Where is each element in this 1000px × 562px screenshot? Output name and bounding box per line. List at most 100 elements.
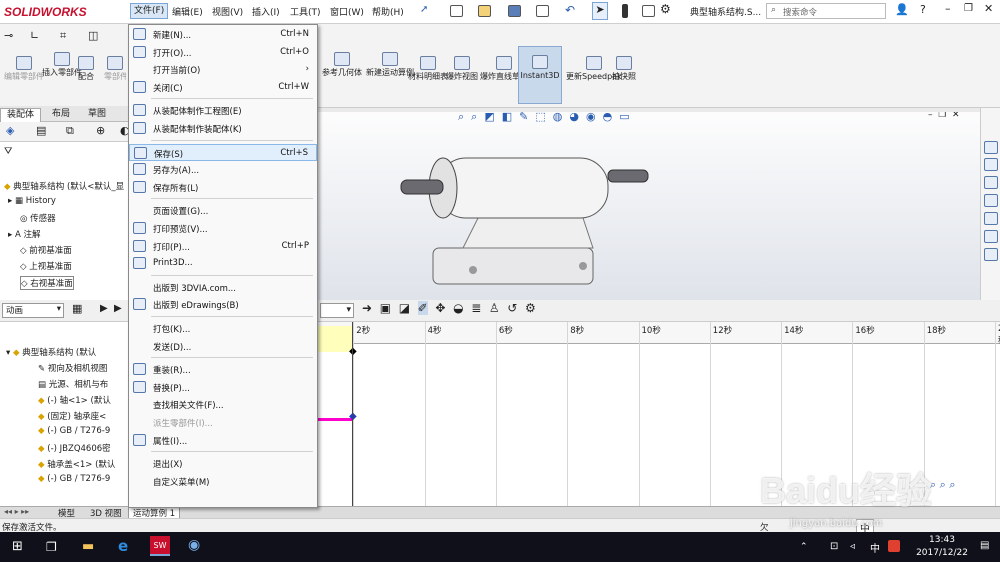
- shaft-assembly-model[interactable]: [393, 138, 673, 298]
- help-icon[interactable]: ?: [920, 3, 926, 16]
- motion-item[interactable]: ✎ 视向及相机视图: [38, 362, 107, 374]
- file-menu-item[interactable]: 出版到 eDrawings(B): [129, 296, 317, 313]
- custom-properties-icon[interactable]: [984, 230, 998, 243]
- file-menu-item[interactable]: 打包(K)...: [129, 320, 317, 337]
- bom-button[interactable]: 材料明细表: [408, 56, 448, 82]
- network-icon[interactable]: ⊡: [830, 541, 838, 552]
- file-menu-item[interactable]: 保存所有(L): [129, 179, 317, 196]
- calculate-icon[interactable]: ▦: [72, 302, 82, 315]
- menu-tools[interactable]: 工具(T): [290, 5, 321, 18]
- select-pointer-icon[interactable]: ➤: [592, 2, 608, 20]
- minimize-icon[interactable]: –: [945, 2, 951, 15]
- paint-icon[interactable]: ◉: [188, 537, 200, 553]
- pin-icon[interactable]: ➚: [420, 4, 428, 15]
- file-menu-item[interactable]: 打印预览(V)...: [129, 220, 317, 237]
- tab-layout[interactable]: 布局: [46, 108, 76, 122]
- file-menu-item[interactable]: 新建(N)... Ctrl+N: [129, 26, 317, 43]
- save-animation-icon[interactable]: ▣: [380, 301, 391, 315]
- tree-root[interactable]: ◆ 典型轴系结构 (默认<默认_显: [4, 180, 124, 192]
- clock-time[interactable]: 13:43: [920, 535, 964, 545]
- file-menu-item[interactable]: Print3D...: [129, 255, 317, 272]
- play-icon[interactable]: ▶: [114, 303, 122, 314]
- file-menu-item[interactable]: 另存为(A)...: [129, 161, 317, 178]
- spring-icon[interactable]: ≣: [471, 301, 481, 315]
- file-menu-item[interactable]: 出版到 3DVIA.com...: [129, 279, 317, 296]
- tree-item-right-plane[interactable]: ◇ 右视基准面: [20, 276, 74, 290]
- edge-icon[interactable]: e: [118, 537, 128, 555]
- animation-wizard-icon[interactable]: ◪: [399, 301, 410, 315]
- reference-geometry-button[interactable]: 参考几何体: [322, 52, 362, 78]
- tree-item-annotations[interactable]: ▸ A 注解: [8, 228, 41, 240]
- file-menu-item[interactable]: 打开当前(O) ›: [129, 61, 317, 78]
- tree-item-history[interactable]: ▸ ▦ History: [8, 196, 56, 206]
- new-motion-study-button[interactable]: 新建运动算例: [366, 52, 414, 78]
- motion-item[interactable]: ◆ (-) GB / T276-9: [38, 474, 110, 484]
- autokey-icon[interactable]: ✐: [417, 301, 428, 315]
- file-explorer-icon[interactable]: [984, 176, 998, 189]
- play-from-start-icon[interactable]: ▶: [100, 303, 108, 314]
- file-menu-item[interactable]: 自定义菜单(M): [129, 473, 317, 490]
- dimxpert-tab-icon[interactable]: ⊕: [96, 124, 105, 137]
- tray-arrow-icon[interactable]: ⌃: [800, 542, 808, 552]
- file-menu-item[interactable]: 替换(P)...: [129, 379, 317, 396]
- print-toolbar-icon[interactable]: [536, 5, 549, 17]
- new-icon[interactable]: [450, 5, 463, 17]
- force-icon[interactable]: ↺: [507, 301, 517, 315]
- component-preview-button[interactable]: 零部件预览窗口: [104, 56, 126, 82]
- zoom-out-icon[interactable]: ⌕: [940, 478, 946, 491]
- file-menu-item[interactable]: 查找相关文件(F)...: [129, 396, 317, 413]
- file-menu-item[interactable]: 退出(X): [129, 455, 317, 472]
- view-palette-icon[interactable]: [984, 194, 998, 207]
- motion-item[interactable]: ◆ (-) GB / T276-9: [38, 426, 110, 436]
- tree-item-front-plane[interactable]: ◇ 前视基准面: [20, 244, 72, 256]
- menu-view[interactable]: 视图(V): [212, 5, 243, 18]
- mate-button[interactable]: 配合: [78, 56, 94, 82]
- open-icon[interactable]: [478, 5, 491, 17]
- config-tab-icon[interactable]: ⧉: [66, 124, 74, 138]
- sogou-icon[interactable]: [888, 540, 900, 552]
- menu-edit[interactable]: 编辑(E): [172, 5, 203, 18]
- menu-file[interactable]: 文件(F): [130, 3, 169, 19]
- motion-item[interactable]: ◆ (固定) 轴承座<: [38, 410, 106, 422]
- file-menu-item[interactable]: 打印(P)... Ctrl+P: [129, 238, 317, 255]
- filter-icon[interactable]: ⛛: [4, 146, 12, 157]
- motion-item[interactable]: ▤ 光源、相机与布: [38, 378, 108, 390]
- clock-date[interactable]: 2017/12/22: [912, 548, 972, 558]
- appearances-icon[interactable]: [984, 212, 998, 225]
- save-toolbar-icon[interactable]: [508, 5, 521, 17]
- task-view-icon[interactable]: ❐: [46, 540, 57, 554]
- restore-icon[interactable]: ❐: [964, 3, 973, 14]
- menu-help[interactable]: 帮助(H): [372, 5, 404, 18]
- file-menu-item[interactable]: 从装配体制作装配体(K): [129, 120, 317, 137]
- home-icon[interactable]: [984, 141, 998, 154]
- motion-item[interactable]: ◆ 轴承盖<1> (默认: [38, 458, 115, 470]
- options-list-icon[interactable]: [642, 5, 655, 17]
- profile-icon[interactable]: 👤: [895, 3, 909, 16]
- zoom-fit-timeline-icon[interactable]: ⌕: [949, 478, 955, 491]
- solidworks-taskbar-icon[interactable]: SW: [150, 536, 170, 556]
- damper-icon[interactable]: ♙: [489, 301, 500, 315]
- notifications-icon[interactable]: ▤: [980, 540, 989, 551]
- menu-insert[interactable]: 插入(I): [252, 5, 280, 18]
- add-key-icon[interactable]: ✥: [435, 301, 445, 315]
- file-menu-item[interactable]: 从装配体制作工程图(E): [129, 102, 317, 119]
- motor-icon[interactable]: ◒: [453, 301, 463, 315]
- file-explorer-taskbar-icon[interactable]: ▬: [82, 539, 94, 554]
- volume-icon[interactable]: ◃: [850, 541, 855, 552]
- insert-component-button[interactable]: 插入零部件: [42, 52, 82, 78]
- design-library-icon[interactable]: [984, 158, 998, 171]
- forum-icon[interactable]: [984, 248, 998, 261]
- file-menu-item[interactable]: 保存(S) Ctrl+S: [129, 143, 317, 161]
- exploded-view-button[interactable]: 爆炸视图: [446, 56, 478, 82]
- tab-assembly[interactable]: 装配体: [0, 108, 42, 122]
- tree-item-top-plane[interactable]: ◇ 上视基准面: [20, 260, 72, 272]
- file-menu-item[interactable]: 打开(O)... Ctrl+O: [129, 44, 317, 61]
- windows-start-icon[interactable]: ⊞: [12, 539, 23, 554]
- edit-component-button[interactable]: 编辑零部件: [4, 56, 44, 82]
- motion-item[interactable]: ◆ (-) JBZQ4606密: [38, 442, 111, 454]
- gear-icon[interactable]: ⚙: [660, 2, 671, 16]
- playback-speed-select[interactable]: ▾: [320, 303, 354, 318]
- close-icon[interactable]: ✕: [984, 2, 993, 15]
- time-bar[interactable]: [352, 322, 353, 512]
- snapshot-button[interactable]: 拍快照: [612, 56, 636, 82]
